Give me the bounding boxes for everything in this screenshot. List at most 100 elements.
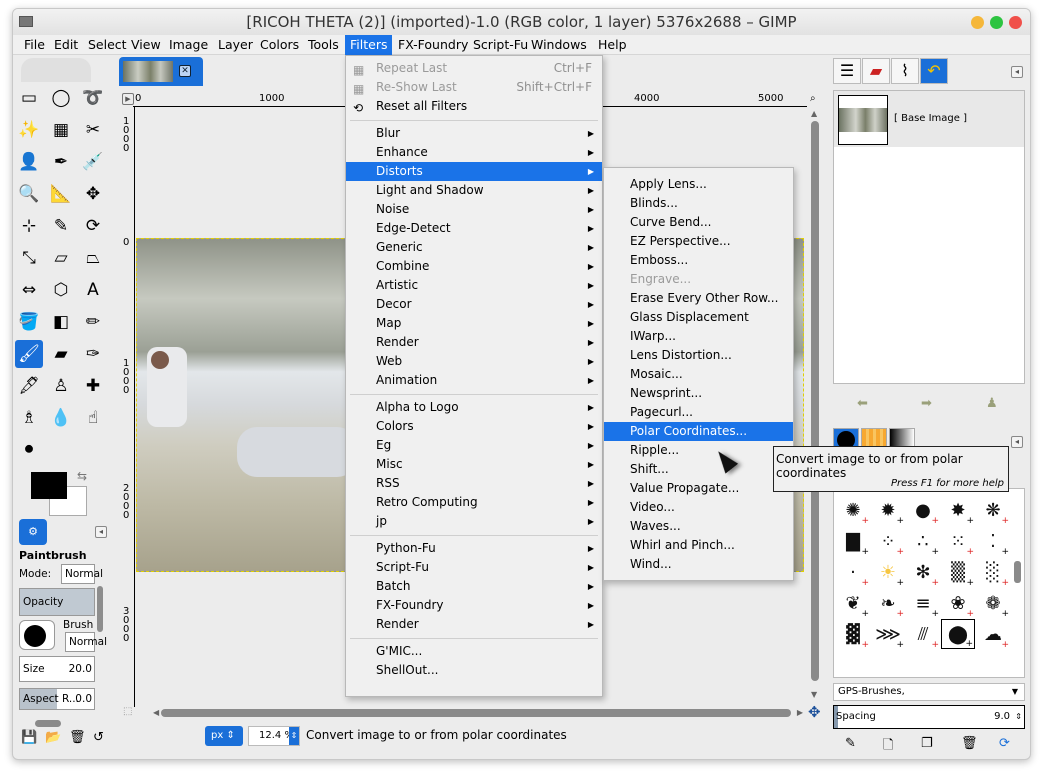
menu-item-colors[interactable]: Colors ▶ xyxy=(346,417,602,436)
channels-tab[interactable]: ▰ xyxy=(862,58,890,84)
menu-item-retro-computing[interactable]: Retro Computing ▶ xyxy=(346,493,602,512)
menu-item-light-and-shadow[interactable]: Light and Shadow ▶ xyxy=(346,181,602,200)
brush-item[interactable]: · + xyxy=(836,557,870,589)
move-icon[interactable]: ✥ xyxy=(79,180,107,208)
menu-help[interactable]: Help xyxy=(593,35,632,55)
menu-item-alpha-to-logo[interactable]: Alpha to Logo ▶ xyxy=(346,398,602,417)
menu-item-wind[interactable]: Wind... xyxy=(604,555,793,574)
menu-layer[interactable]: Layer xyxy=(213,35,258,55)
duplicate-brush-icon[interactable]: ❐ xyxy=(921,736,933,751)
menu-item-glass-displacement[interactable]: Glass Displacement xyxy=(604,308,793,327)
brush-item[interactable]: ░ + xyxy=(976,557,1010,589)
refresh-brushes-icon[interactable]: ⟳ xyxy=(999,736,1010,751)
brush-item[interactable]: ⁘ + xyxy=(871,526,905,558)
crop-icon[interactable]: ✎ xyxy=(47,212,75,240)
redo-icon[interactable]: ➡ xyxy=(921,396,932,411)
menu-fx-foundry[interactable]: FX-Foundry xyxy=(393,35,473,55)
menu-item-ez-perspective[interactable]: EZ Perspective... xyxy=(604,232,793,251)
menu-item-emboss[interactable]: Emboss... xyxy=(604,251,793,270)
flip-icon[interactable]: ⇔ xyxy=(15,276,43,304)
menu-item-fx-foundry[interactable]: FX-Foundry ▶ xyxy=(346,596,602,615)
foreground-color-swatch[interactable] xyxy=(31,472,67,499)
scissors-icon[interactable]: ✂ xyxy=(79,116,107,144)
minimize-button[interactable] xyxy=(971,16,984,29)
brush-item[interactable]: ⁙ + xyxy=(941,526,975,558)
menu-item-shift[interactable]: Shift... xyxy=(604,460,793,479)
undo-history-list[interactable]: [ Base Image ] xyxy=(833,90,1025,384)
restore-options-icon[interactable]: 📂 xyxy=(45,730,61,745)
menu-item-whirl-and-pinch[interactable]: Whirl and Pinch... xyxy=(604,536,793,555)
scale-icon[interactable]: ⤡ xyxy=(15,244,43,272)
menu-item-mosaic[interactable]: Mosaic... xyxy=(604,365,793,384)
perspective-clone-icon[interactable]: ♗ xyxy=(15,404,43,432)
menu-item-noise[interactable]: Noise ▶ xyxy=(346,200,602,219)
swap-colors-icon[interactable]: ⇆ xyxy=(77,469,87,483)
blur-sharpen-icon[interactable]: 💧 xyxy=(47,404,75,432)
mode-select[interactable]: Normal xyxy=(61,564,103,584)
menu-select[interactable]: Select xyxy=(83,35,132,55)
heal-icon[interactable]: ✚ xyxy=(79,372,107,400)
toggle-quick-mask-icon[interactable]: ⬚ xyxy=(123,706,132,717)
paintbrush-icon[interactable]: 🖌 xyxy=(15,340,43,368)
paths-icon[interactable]: ✒ xyxy=(47,148,75,176)
smudge-icon[interactable]: ☝ xyxy=(79,404,107,432)
menu-item-blinds[interactable]: Blinds... xyxy=(604,194,793,213)
menu-item-polar-coordinates[interactable]: Polar Coordinates... xyxy=(604,422,793,441)
pencil-icon[interactable]: ✏ xyxy=(79,308,107,336)
close-image-icon[interactable]: ✕ xyxy=(179,65,191,77)
menu-edit[interactable]: Edit xyxy=(49,35,83,55)
menu-item-shellout[interactable]: ShellOut... xyxy=(346,661,602,680)
bucket-fill-icon[interactable]: 🪣 xyxy=(15,308,43,336)
brush-item[interactable]: ✻ + xyxy=(906,557,940,589)
menu-item-misc[interactable]: Misc ▶ xyxy=(346,455,602,474)
menu-view[interactable]: View xyxy=(126,35,166,55)
zoom-field[interactable]: 12.4 % ⇕ xyxy=(248,726,300,746)
menu-item-rss[interactable]: RSS ▶ xyxy=(346,474,602,493)
delete-brush-icon[interactable]: 🗑 xyxy=(961,736,978,751)
brushes-grid[interactable]: ✺ + ✹ + ● + ✸ + ❋ + ▇ + ⁘ + ∴ + ⁙ + ⁚ + · + ☀ + ✻ + ▒ + ░ + ❦ + ❧ + ≡ + ❀ + ❁ +… xyxy=(833,488,1025,678)
align-icon[interactable]: ⊹ xyxy=(15,212,43,240)
shear-icon[interactable]: ▱ xyxy=(47,244,75,272)
menu-item-curve-bend[interactable]: Curve Bend... xyxy=(604,213,793,232)
menu-item-lens-distortion[interactable]: Lens Distortion... xyxy=(604,346,793,365)
ellipse-select-icon[interactable]: ◯ xyxy=(47,84,75,112)
eraser-icon[interactable]: ▰ xyxy=(47,340,75,368)
airbrush-icon[interactable]: ✑ xyxy=(79,340,107,368)
rotate-icon[interactable]: ⟳ xyxy=(79,212,107,240)
brush-item[interactable]: ☀ + xyxy=(871,557,905,589)
menu-item-web[interactable]: Web ▶ xyxy=(346,352,602,371)
brush-item[interactable]: ∴ + xyxy=(906,526,940,558)
vertical-ruler[interactable]: 1000 0 1000 2000 3000 xyxy=(121,107,135,707)
brush-name-field[interactable]: Normal xyxy=(65,632,107,652)
measure-icon[interactable]: 📐 xyxy=(47,180,75,208)
menu-item-decor[interactable]: Decor ▶ xyxy=(346,295,602,314)
menu-item-jp[interactable]: jp ▶ xyxy=(346,512,602,531)
brush-item[interactable]: ⬤ + xyxy=(941,619,975,649)
menu-item-ripple[interactable]: Ripple... xyxy=(604,441,793,460)
cage-icon[interactable]: ⬡ xyxy=(47,276,75,304)
menu-item-g-mic[interactable]: G'MIC... xyxy=(346,642,602,661)
dock-menu-button[interactable]: ◂ xyxy=(1011,66,1023,78)
rect-select-icon[interactable]: ▭ xyxy=(15,84,43,112)
brush-item[interactable]: ☁ + xyxy=(976,619,1010,651)
brush-preview-button[interactable] xyxy=(19,620,55,650)
brush-item[interactable]: ✺ + xyxy=(836,495,870,527)
brush-item[interactable]: ⋙ + xyxy=(871,619,905,651)
zoom-image-icon[interactable]: ⌕ xyxy=(810,93,816,104)
close-button[interactable] xyxy=(1009,16,1022,29)
menu-item-edge-detect[interactable]: Edge-Detect ▶ xyxy=(346,219,602,238)
text-icon[interactable]: A xyxy=(79,276,107,304)
undo-icon[interactable]: ⬅ xyxy=(857,396,868,411)
spacing-slider[interactable]: Spacing 9.0 ⇕ xyxy=(833,705,1025,729)
menu-item-value-propagate[interactable]: Value Propagate... xyxy=(604,479,793,498)
reset-options-icon[interactable]: ↺ xyxy=(93,730,104,745)
menu-item-distorts[interactable]: Distorts ▶ xyxy=(346,162,602,181)
brush-item[interactable]: ✹ + xyxy=(871,495,905,527)
brush-collection-select[interactable]: GPS-Brushes, ▼ xyxy=(833,683,1025,701)
menu-item-python-fu[interactable]: Python-Fu ▶ xyxy=(346,539,602,558)
tool-options-tab[interactable]: ⚙ xyxy=(19,519,47,545)
brush-item[interactable]: ❁ + xyxy=(976,588,1010,620)
delete-options-icon[interactable]: 🗑 xyxy=(69,730,86,745)
brush-item[interactable]: ❧ + xyxy=(871,588,905,620)
maximize-button[interactable] xyxy=(990,16,1003,29)
